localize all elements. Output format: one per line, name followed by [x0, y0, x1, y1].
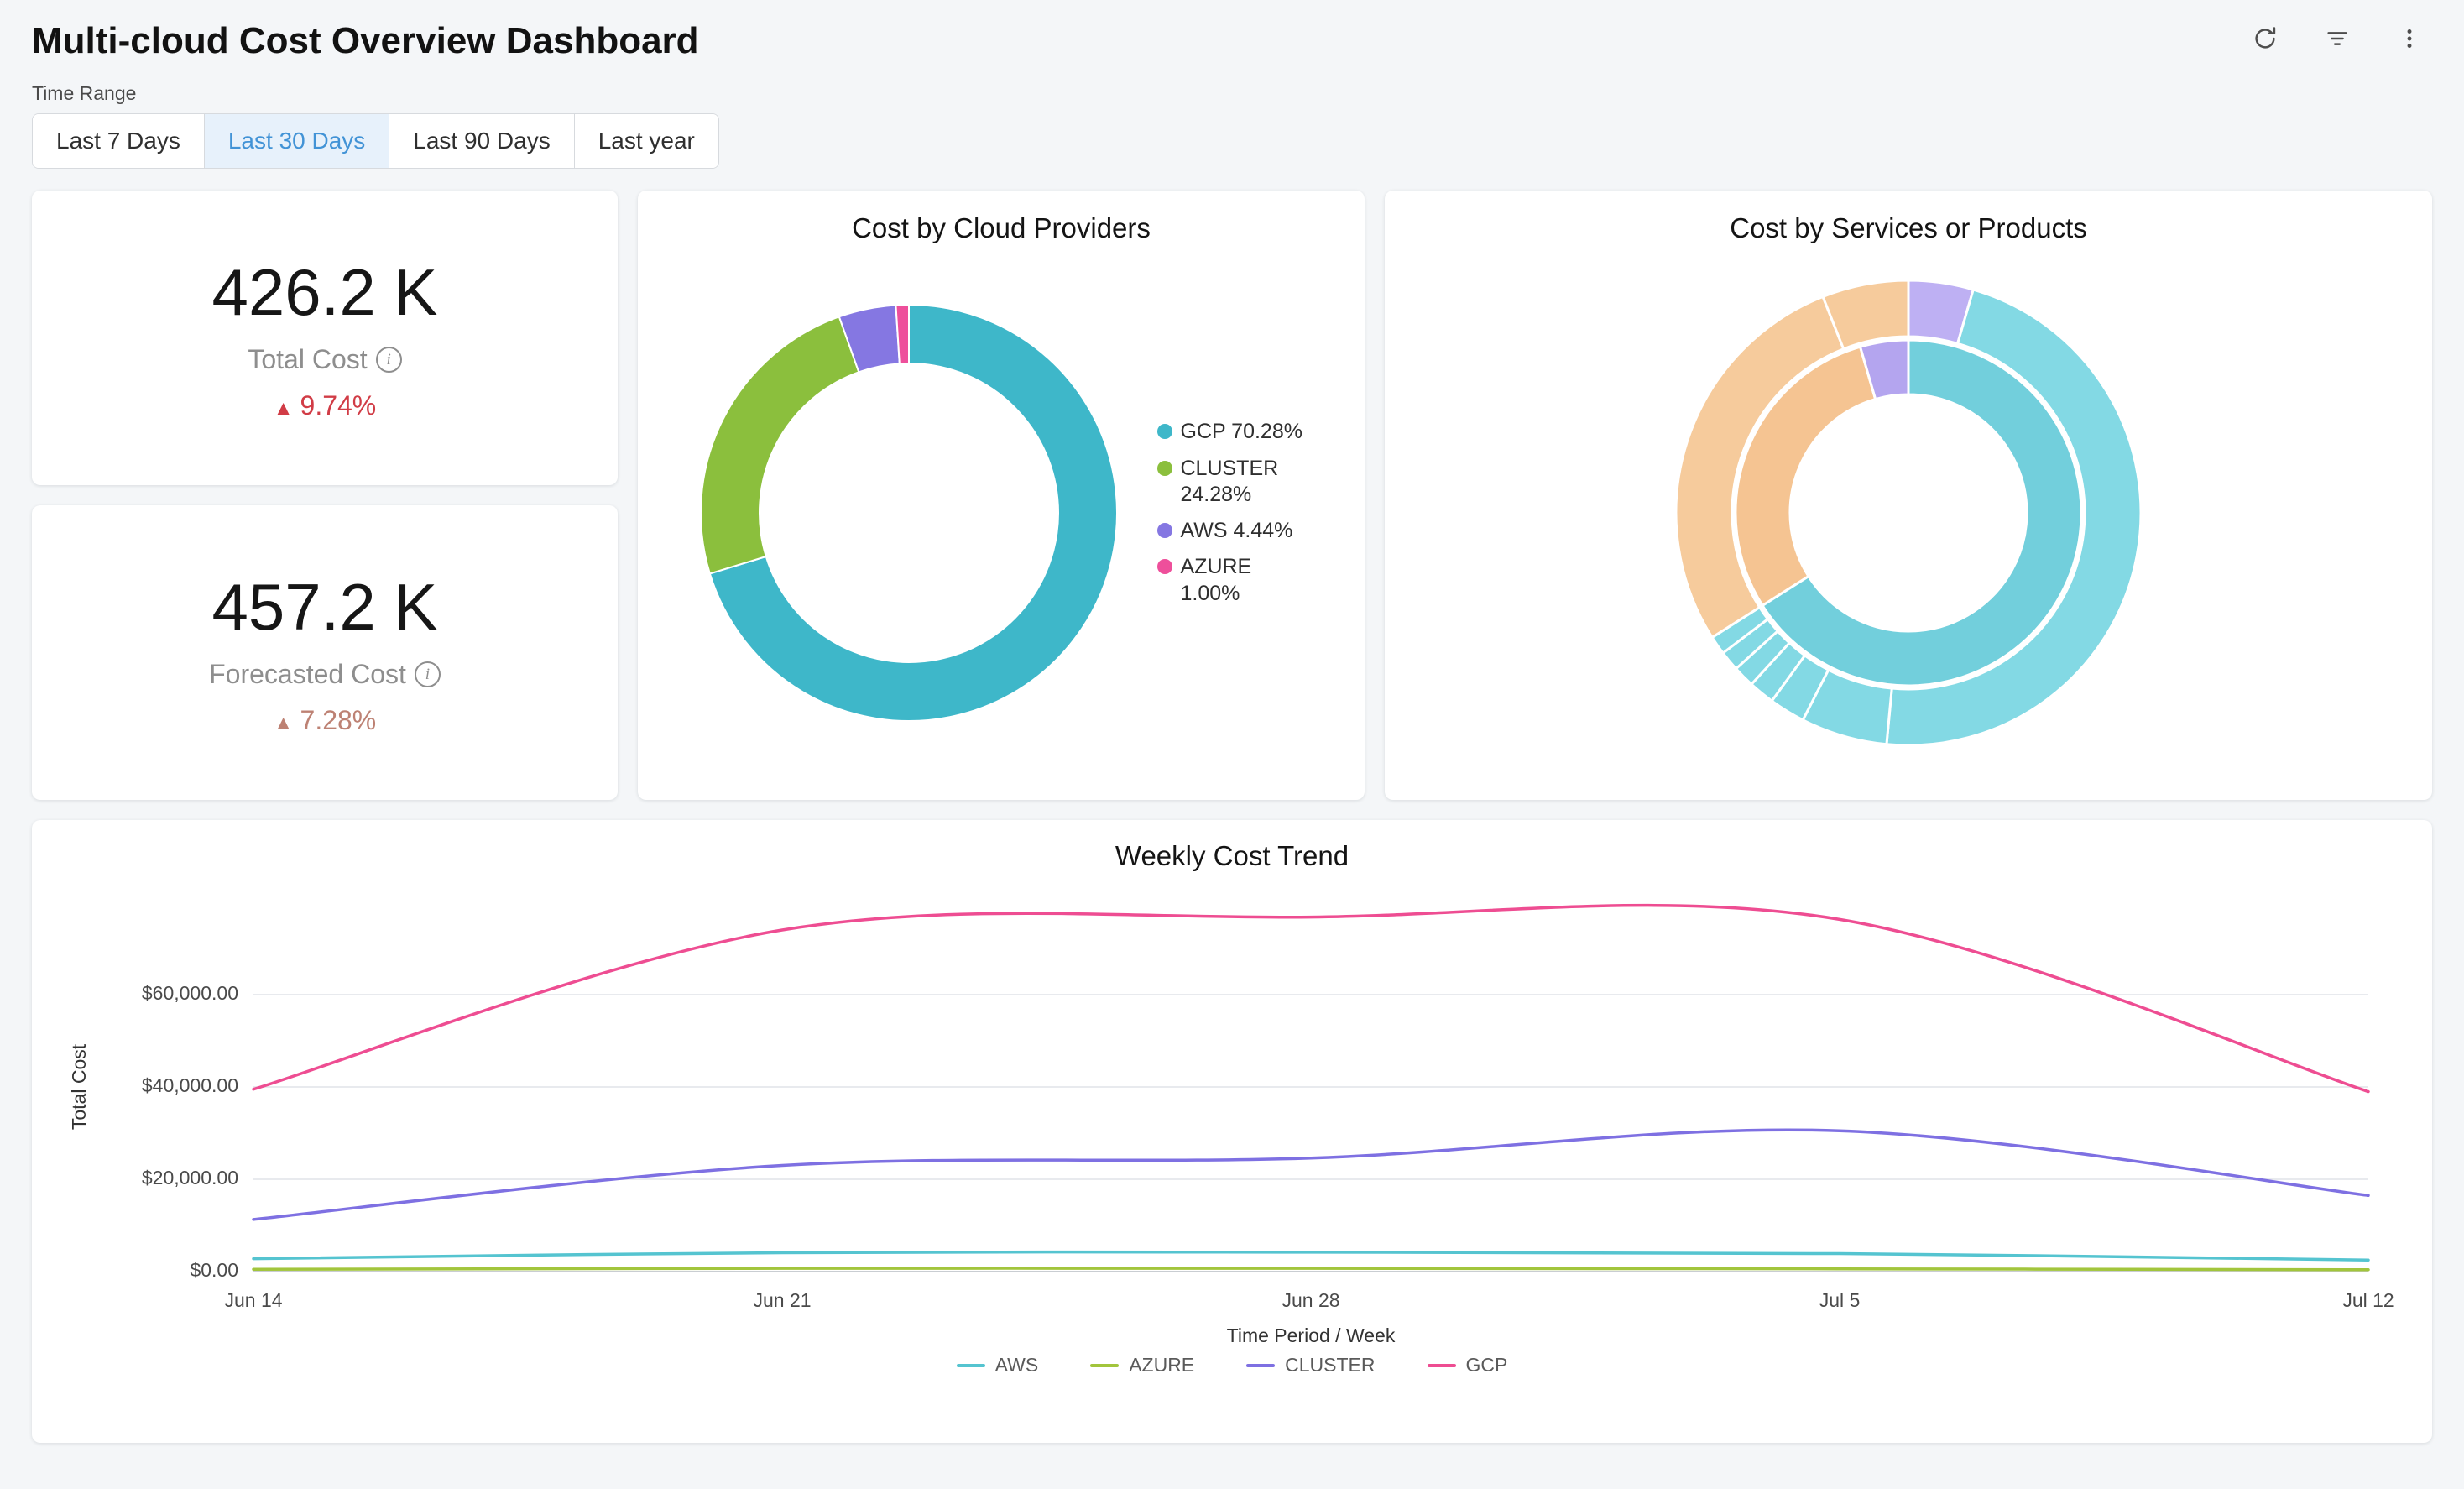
legend-label: CLUSTER — [1285, 1354, 1375, 1377]
trend-legend-item-cluster[interactable]: CLUSTER — [1246, 1354, 1375, 1377]
legend-label: AWS — [995, 1354, 1039, 1377]
total-cost-delta: 9.74% — [274, 390, 377, 421]
total-cost-label-row: Total Cost — [248, 344, 401, 375]
legend-swatch — [1157, 523, 1172, 538]
y-tick-label: $40,000.00 — [142, 1074, 238, 1096]
y-tick-label: $60,000.00 — [142, 982, 238, 1004]
legend-item-aws[interactable]: AWS 4.44% — [1157, 518, 1313, 544]
page-title: Multi-cloud Cost Overview Dashboard — [32, 20, 699, 62]
x-axis-title: Time Period / Week — [1227, 1324, 1396, 1346]
legend-swatch — [957, 1364, 985, 1367]
y-tick-label: $20,000.00 — [142, 1167, 238, 1189]
y-tick-label: $0.00 — [190, 1259, 238, 1281]
legend-label: CLUSTER 24.28% — [1181, 456, 1313, 509]
time-range-last-90-days[interactable]: Last 90 Days — [389, 114, 574, 168]
total-cost-label: Total Cost — [248, 344, 367, 375]
x-tick-label: Jun 14 — [224, 1289, 282, 1311]
up-triangle-icon — [274, 705, 294, 736]
services-chart-title: Cost by Services or Products — [1405, 212, 2412, 244]
time-range-section: Time Range Last 7 Days Last 30 Days Last… — [32, 82, 2432, 169]
time-range-last-year[interactable]: Last year — [575, 114, 718, 168]
forecasted-cost-label-row: Forecasted Cost — [209, 659, 441, 690]
trend-legend-item-azure[interactable]: AZURE — [1090, 1354, 1194, 1377]
forecasted-cost-label: Forecasted Cost — [209, 659, 406, 690]
forecasted-cost-delta: 7.28% — [274, 705, 377, 736]
forecasted-cost-card: 457.2 K Forecasted Cost 7.28% — [32, 505, 618, 800]
trend-line-azure[interactable] — [253, 1268, 2368, 1270]
trend-legend-item-gcp[interactable]: GCP — [1428, 1354, 1508, 1377]
forecasted-cost-delta-value: 7.28% — [300, 705, 377, 736]
info-icon[interactable] — [415, 661, 441, 687]
x-tick-label: Jun 28 — [1282, 1289, 1339, 1311]
kebab-menu-button[interactable] — [2390, 19, 2429, 58]
time-range-last-7-days[interactable]: Last 7 Days — [33, 114, 205, 168]
forecasted-cost-value: 457.2 K — [212, 569, 438, 645]
legend-label: AWS 4.44% — [1181, 518, 1293, 544]
trend-line-gcp[interactable] — [253, 906, 2368, 1092]
filter-icon — [2323, 24, 2352, 53]
header-actions — [2246, 19, 2429, 58]
trend-legend-item-aws[interactable]: AWS — [957, 1354, 1039, 1377]
kpi-and-pie-row: 426.2 K Total Cost 9.74% 457.2 K Forecas… — [32, 191, 2432, 800]
trend-line-aws[interactable] — [253, 1252, 2368, 1261]
providers-legend: GCP 70.28% CLUSTER 24.28% AWS 4.44% AZURE 1… — [1157, 419, 1313, 607]
weekly-trend-chart: $0.00 $20,000.00 $40,000.00 $60,000.00 Jun 1… — [52, 877, 2412, 1347]
trend-line-cluster[interactable] — [253, 1130, 2368, 1220]
legend-item-gcp[interactable]: GCP 70.28% — [1157, 419, 1313, 445]
time-range-label: Time Range — [32, 82, 2432, 105]
legend-swatch — [1157, 559, 1172, 574]
x-tick-label: Jul 12 — [2342, 1289, 2394, 1311]
legend-label: GCP — [1466, 1354, 1508, 1377]
legend-swatch — [1246, 1364, 1275, 1367]
providers-chart-title: Cost by Cloud Providers — [658, 212, 1344, 244]
trend-chart-title: Weekly Cost Trend — [52, 840, 2412, 872]
weekly-cost-trend-card: Weekly Cost Trend $0.00 $20,000.00 $40,000… — [32, 820, 2432, 1443]
info-icon[interactable] — [376, 347, 402, 373]
y-axis-title: Total Cost — [68, 1043, 90, 1130]
providers-donut-wrap: GCP 70.28% CLUSTER 24.28% AWS 4.44% AZURE 1… — [658, 244, 1344, 781]
legend-item-cluster[interactable]: CLUSTER 24.28% — [1157, 456, 1313, 509]
up-triangle-icon — [274, 390, 294, 421]
x-tick-label: Jun 21 — [753, 1289, 811, 1311]
time-range-button-group: Last 7 Days Last 30 Days Last 90 Days La… — [32, 113, 719, 169]
total-cost-card: 426.2 K Total Cost 9.74% — [32, 191, 618, 485]
legend-label: AZURE — [1129, 1354, 1194, 1377]
time-range-last-30-days[interactable]: Last 30 Days — [205, 114, 389, 168]
legend-swatch — [1428, 1364, 1456, 1367]
refresh-icon — [2251, 24, 2279, 53]
filter-button[interactable] — [2318, 19, 2357, 58]
total-cost-value: 426.2 K — [212, 254, 438, 331]
donut-segment-cluster[interactable] — [701, 316, 859, 573]
kpi-column: 426.2 K Total Cost 9.74% 457.2 K Forecas… — [32, 191, 618, 800]
legend-label: AZURE 1.00% — [1181, 554, 1313, 607]
x-tick-label: Jul 5 — [1819, 1289, 1861, 1311]
kebab-menu-icon — [2395, 24, 2424, 53]
refresh-button[interactable] — [2246, 19, 2284, 58]
legend-swatch — [1157, 424, 1172, 439]
legend-item-azure[interactable]: AZURE 1.00% — [1157, 554, 1313, 607]
cost-by-services-card: Cost by Services or Products — [1385, 191, 2432, 800]
providers-donut-chart — [691, 295, 1127, 731]
dashboard-page: Multi-cloud Cost Overview Dashboard Tim — [0, 0, 2464, 1443]
legend-swatch — [1157, 461, 1172, 476]
trend-legend: AWS AZURE CLUSTER GCP — [52, 1354, 2412, 1377]
legend-label: GCP 70.28% — [1181, 419, 1302, 445]
legend-swatch — [1090, 1364, 1119, 1367]
services-sunburst-chart — [1665, 269, 2152, 756]
total-cost-delta-value: 9.74% — [300, 390, 377, 421]
header: Multi-cloud Cost Overview Dashboard — [32, 15, 2432, 62]
cost-by-providers-card: Cost by Cloud Providers GCP 70.28% CLUSTE… — [638, 191, 1365, 800]
